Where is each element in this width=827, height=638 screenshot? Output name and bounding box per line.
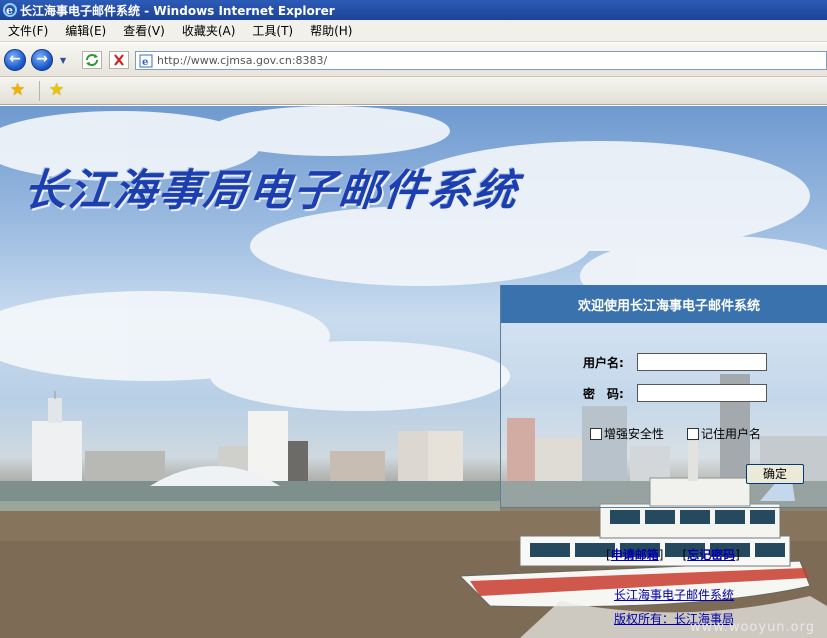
enhance-security-label: 增强安全性 <box>604 427 665 441</box>
menu-view[interactable]: 查看(V) <box>123 22 165 39</box>
password-label: 密 码: <box>583 386 624 401</box>
apply-mailbox-link[interactable]: 申请邮箱 <box>611 548 659 562</box>
window-title: 长江海事电子邮件系统 - Windows Internet Explorer <box>20 3 335 18</box>
remember-user-label: 记住用户名 <box>701 427 762 441</box>
refresh-button[interactable] <box>82 51 102 69</box>
watermark-text: www.wooyun.org <box>690 620 816 635</box>
add-favorite-icon[interactable]: ★ <box>49 81 64 99</box>
favorites-star-icon[interactable]: ★ <box>10 81 25 99</box>
internet-explorer-icon: e <box>3 3 17 17</box>
menu-tools[interactable]: 工具(T) <box>252 22 293 39</box>
forward-button[interactable]: → <box>31 49 53 71</box>
refresh-icon <box>86 54 98 66</box>
address-input[interactable]: e http://www.cjmsa.gov.cn:8383/ <box>135 51 827 70</box>
footer-system-name: 长江海事电子邮件系统 <box>614 586 734 603</box>
page-icon: e <box>139 54 153 68</box>
login-panel: 欢迎使用长江海事电子邮件系统 用户名: 密 码: 增强安全性 记住用户名 确定 <box>500 285 827 508</box>
stop-button[interactable] <box>109 51 129 69</box>
arrow-left-icon: ← <box>9 51 21 67</box>
svg-text:e: e <box>142 57 148 68</box>
back-button[interactable]: ← <box>4 49 26 71</box>
password-input[interactable] <box>637 384 767 402</box>
remember-user-option[interactable]: 记住用户名 <box>687 425 761 442</box>
forgot-password-link[interactable]: 忘记密码 <box>687 548 735 562</box>
favorites-bar: ★ ★ <box>0 77 827 105</box>
toolbar-separator <box>39 81 40 101</box>
username-row: 用户名: <box>583 353 767 371</box>
history-dropdown-icon[interactable]: ▼ <box>60 56 66 65</box>
account-links: [申请邮箱] [忘记密码] <box>606 546 740 563</box>
svg-text:e: e <box>6 4 13 17</box>
enhance-security-checkbox[interactable] <box>590 427 602 440</box>
menu-help[interactable]: 帮助(H) <box>310 22 352 39</box>
login-heading: 欢迎使用长江海事电子邮件系统 <box>501 285 827 323</box>
enhance-security-option[interactable]: 增强安全性 <box>590 425 664 442</box>
username-label: 用户名: <box>583 355 624 370</box>
address-toolbar: ← → ▼ e http://www.cjmsa.gov.cn:8383/ <box>0 43 827 77</box>
system-name-link[interactable]: 长江海事电子邮件系统 <box>614 588 734 602</box>
username-input[interactable] <box>637 353 767 371</box>
remember-user-checkbox[interactable] <box>687 427 699 440</box>
menu-edit[interactable]: 编辑(E) <box>65 22 106 39</box>
submit-button[interactable]: 确定 <box>746 464 804 484</box>
menu-file[interactable]: 文件(F) <box>8 22 48 39</box>
menu-bar: 文件(F) 编辑(E) 查看(V) 收藏夹(A) 工具(T) 帮助(H) <box>0 20 827 42</box>
stop-icon <box>114 54 124 66</box>
window-titlebar: e 长江海事电子邮件系统 - Windows Internet Explorer <box>0 0 827 20</box>
address-url: http://www.cjmsa.gov.cn:8383/ <box>157 54 328 67</box>
bracket-close: ] <box>658 548 664 562</box>
password-row: 密 码: <box>583 384 767 402</box>
bracket-close: ] <box>735 548 740 562</box>
page-content: 长江海事局电子邮件系统 欢迎使用长江海事电子邮件系统 用户名: 密 码: 增强安… <box>0 106 827 638</box>
menu-favorites[interactable]: 收藏夹(A) <box>182 22 236 39</box>
system-banner-title: 长江海事局电子邮件系统 <box>20 166 522 216</box>
arrow-right-icon: → <box>36 51 48 67</box>
